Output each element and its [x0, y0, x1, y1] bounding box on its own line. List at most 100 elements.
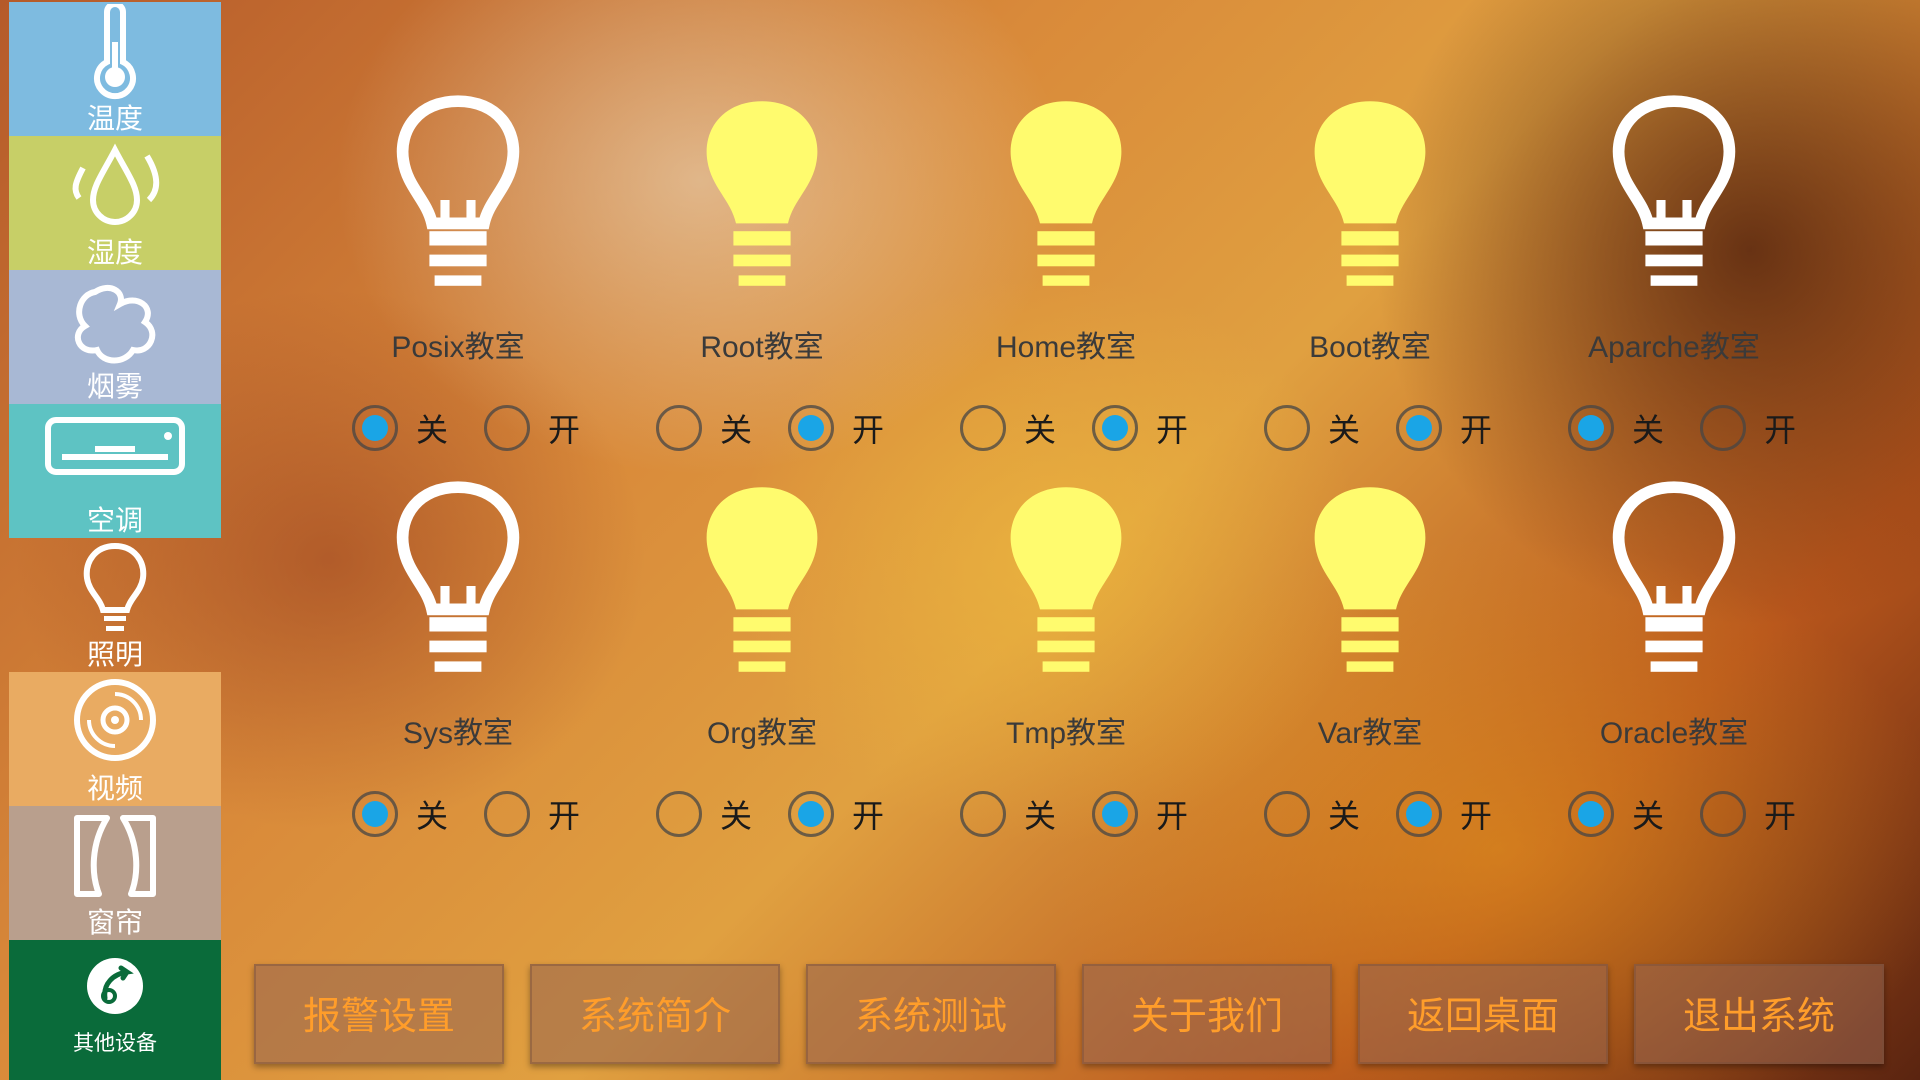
radio-off-label: 关	[1024, 797, 1057, 835]
radio-on-circle[interactable]	[1092, 405, 1138, 451]
radio-off-label: 关	[1328, 411, 1361, 449]
radio-off-circle[interactable]	[1264, 791, 1310, 837]
radio-on-label: 开	[1764, 797, 1797, 835]
radio-off-circle[interactable]	[352, 405, 398, 451]
radio-on[interactable]: 开	[1700, 791, 1796, 837]
thermometer-icon	[9, 4, 221, 104]
nav-air-conditioner[interactable]: 空调	[9, 404, 221, 538]
lightbulb-off-icon	[393, 481, 523, 695]
system-test-button[interactable]: 系统测试	[806, 964, 1056, 1064]
nav-label-lighting: 照明	[86, 638, 143, 671]
radio-off-circle[interactable]	[656, 791, 702, 837]
radio-on-circle[interactable]	[788, 405, 834, 451]
nav-label-video: 视频	[86, 772, 143, 805]
radio-off-circle[interactable]	[960, 405, 1006, 451]
radio-on-circle[interactable]	[1700, 791, 1746, 837]
radio-on[interactable]: 开	[1396, 405, 1492, 451]
lightbulb-icon	[9, 540, 221, 640]
other-devices-icon	[9, 954, 221, 1018]
lamp-card: Boot教室关 开	[1220, 95, 1520, 451]
radio-on-label: 开	[1156, 411, 1189, 449]
radio-off[interactable]: 关	[960, 405, 1056, 451]
power-radio-group: 关开	[1524, 791, 1824, 851]
exit-system-button[interactable]: 退出系统	[1634, 964, 1884, 1064]
disc-icon	[9, 674, 221, 774]
nav-smoke[interactable]: 烟雾	[9, 270, 221, 404]
radio-on[interactable]: 开	[484, 405, 580, 451]
about-us-button[interactable]: 关于我们	[1082, 964, 1332, 1064]
radio-off-circle[interactable]	[960, 791, 1006, 837]
room-label: Sys教室	[402, 717, 513, 750]
alarm-settings-button[interactable]: 报警设置	[254, 964, 504, 1064]
radio-on-circle[interactable]	[788, 791, 834, 837]
lightbulb-on-icon	[1001, 95, 1131, 309]
radio-on[interactable]: 开	[788, 791, 884, 837]
nav-video[interactable]: 视频	[9, 672, 221, 806]
room-label: Home教室	[995, 331, 1137, 364]
lamp-card: Tmp教室关 开	[916, 481, 1216, 837]
radio-off-label: 关	[720, 797, 753, 835]
radio-off[interactable]: 关	[960, 791, 1056, 837]
room-label: Var教室	[1317, 717, 1423, 750]
nav-humidity[interactable]: 湿度	[9, 136, 221, 270]
radio-on[interactable]: 开	[484, 791, 580, 837]
radio-on-label: 开	[852, 411, 885, 449]
radio-off[interactable]: 关	[352, 791, 448, 837]
radio-off-label: 关	[1328, 797, 1361, 835]
radio-off-label: 关	[1632, 411, 1665, 449]
radio-off-circle[interactable]	[656, 405, 702, 451]
radio-on-label: 开	[1764, 411, 1797, 449]
power-radio-group: 关开	[1524, 405, 1824, 465]
radio-on-circle[interactable]	[1396, 405, 1442, 451]
radio-on[interactable]: 开	[1092, 405, 1188, 451]
radio-off-label: 关	[1024, 411, 1057, 449]
lamp-card: Root教室关 开	[612, 95, 912, 451]
radio-off-label: 关	[720, 411, 753, 449]
lamp-card: Posix教室关 开	[308, 95, 608, 451]
radio-on[interactable]: 开	[788, 405, 884, 451]
power-radio-group: 关开	[612, 405, 912, 465]
radio-off-circle[interactable]	[1264, 405, 1310, 451]
radio-on[interactable]: 开	[1092, 791, 1188, 837]
lamp-card: Aparche教室关 开	[1524, 95, 1824, 451]
radio-on-circle[interactable]	[1700, 405, 1746, 451]
lightbulb-on-icon	[697, 95, 827, 309]
nav-label-temperature: 温度	[86, 102, 143, 135]
nav-label-curtain: 窗帘	[86, 906, 143, 939]
radio-off[interactable]: 关	[656, 405, 752, 451]
nav-curtain[interactable]: 窗帘	[9, 806, 221, 940]
radio-on-circle[interactable]	[1396, 791, 1442, 837]
nav-other-devices[interactable]: 其他设备	[9, 940, 221, 1080]
radio-on[interactable]: 开	[1700, 405, 1796, 451]
radio-on-label: 开	[852, 797, 885, 835]
lamp-card: Sys教室关 开	[308, 481, 608, 837]
radio-on-circle[interactable]	[484, 791, 530, 837]
power-radio-group: 关开	[916, 405, 1216, 465]
radio-off[interactable]: 关	[1568, 791, 1664, 837]
lamp-card: Org教室关 开	[612, 481, 912, 837]
nav-label-smoke: 烟雾	[86, 370, 143, 403]
radio-off-label: 关	[416, 797, 449, 835]
radio-off-circle[interactable]	[352, 791, 398, 837]
radio-on-circle[interactable]	[1092, 791, 1138, 837]
lamp-card: Var教室关 开	[1220, 481, 1520, 837]
radio-on[interactable]: 开	[1396, 791, 1492, 837]
room-label: Oracle教室	[1599, 717, 1749, 750]
return-desktop-button[interactable]: 返回桌面	[1358, 964, 1608, 1064]
radio-off[interactable]: 关	[656, 791, 752, 837]
sidebar: 温度 湿度 烟雾 空调 照明 视频 窗帘 其他设备	[9, 2, 221, 1080]
lightbulb-on-icon	[1305, 95, 1435, 309]
radio-off[interactable]: 关	[1264, 405, 1360, 451]
radio-off-circle[interactable]	[1568, 405, 1614, 451]
radio-on-circle[interactable]	[484, 405, 530, 451]
radio-off-circle[interactable]	[1568, 791, 1614, 837]
radio-off[interactable]: 关	[1568, 405, 1664, 451]
nav-label-air-conditioner: 空调	[86, 504, 143, 537]
radio-off[interactable]: 关	[1264, 791, 1360, 837]
system-intro-button[interactable]: 系统简介	[530, 964, 780, 1064]
lightbulb-on-icon	[697, 481, 827, 695]
lamp-card: Oracle教室关 开	[1524, 481, 1824, 837]
nav-temperature[interactable]: 温度	[9, 2, 221, 136]
radio-off[interactable]: 关	[352, 405, 448, 451]
nav-lighting[interactable]: 照明	[9, 538, 221, 672]
